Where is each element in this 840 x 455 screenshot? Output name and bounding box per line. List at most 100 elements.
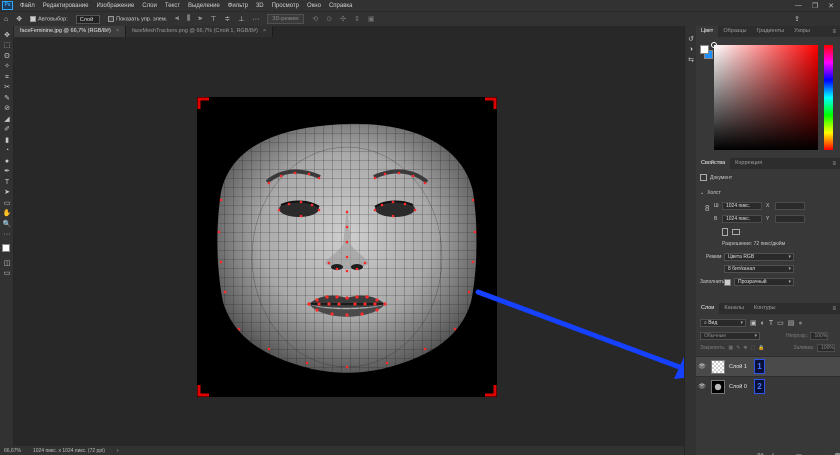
tab-properties[interactable]: Свойства <box>696 158 731 169</box>
healing-brush-icon[interactable]: ⊘ <box>0 104 14 115</box>
eraser-tool-icon[interactable]: ▮ <box>0 135 14 146</box>
blur-tool-icon[interactable]: ● <box>0 156 14 167</box>
tab-face-feminine[interactable]: faceFeminine.jpg @ 66,7% (RGB/8#) × <box>14 26 127 37</box>
layer-row-1[interactable]: 👁 Слой 1 <box>696 356 840 376</box>
layer-row-0[interactable]: 👁 Слой 0 <box>696 376 840 396</box>
align-left-icon[interactable]: ⫷ <box>175 15 179 23</box>
menu-type[interactable]: Текст <box>161 3 184 9</box>
lock-position-icon[interactable]: ✥ <box>743 345 747 351</box>
menu-layers[interactable]: Слои <box>138 3 161 9</box>
zoom-tool-icon[interactable]: 🔍 <box>0 219 14 230</box>
fill-opacity-field[interactable]: 100% <box>817 344 836 352</box>
filter-toggle-icon[interactable]: ● <box>798 320 802 327</box>
menu-3d[interactable]: 3D <box>252 3 268 9</box>
autoselect-checkbox[interactable]: Автовыбор: <box>30 15 68 22</box>
edit-toolbar-icon[interactable]: ··· <box>0 230 14 241</box>
minimize-button[interactable]: — <box>795 2 802 10</box>
align-middle-icon[interactable]: ≑ <box>224 15 230 23</box>
align-center-icon[interactable]: ⫼ <box>187 15 190 23</box>
menu-image[interactable]: Изображение <box>92 3 138 9</box>
show-transform-checkbox[interactable]: Показать упр. элем. <box>108 15 167 22</box>
rectangle-tool-icon[interactable]: ▭ <box>0 198 14 209</box>
lock-pixels-icon[interactable]: ✎ <box>736 345 740 351</box>
tab-channels[interactable]: Каналы <box>719 303 749 314</box>
hand-tool-icon[interactable]: ✋ <box>0 209 14 220</box>
share-icon[interactable]: ⇪ <box>794 15 800 23</box>
document-canvas[interactable] <box>197 97 497 397</box>
lock-all-icon[interactable]: 🔒 <box>758 345 764 351</box>
home-icon[interactable]: ⌂ <box>4 16 8 23</box>
move-tool-icon[interactable]: ✥ <box>0 30 14 41</box>
tab-paths[interactable]: Контуры <box>749 303 781 314</box>
menu-select[interactable]: Выделение <box>184 3 224 9</box>
pan-3d-icon[interactable]: ✣ <box>340 15 346 23</box>
slide-3d-icon[interactable]: ⇕ <box>354 15 360 23</box>
color-picker-field[interactable] <box>711 42 818 150</box>
align-top-icon[interactable]: ⊤ <box>210 15 216 23</box>
more-options-icon[interactable]: ··· <box>252 16 259 23</box>
filter-type-icon[interactable]: T <box>769 320 773 327</box>
menu-file[interactable]: Файл <box>16 3 39 9</box>
tab-swatches[interactable]: Образцы <box>718 26 751 37</box>
y-field[interactable] <box>775 215 805 223</box>
brush-tool-icon[interactable]: ◢ <box>0 114 14 125</box>
align-right-icon[interactable]: ⫸ <box>198 15 202 23</box>
link-icon[interactable]: 8 <box>705 204 709 213</box>
chevron-down-icon[interactable]: ⌄ <box>700 190 704 196</box>
clone-stamp-icon[interactable]: ✐ <box>0 125 14 136</box>
filter-adjustment-icon[interactable]: ◐ <box>761 320 765 327</box>
bit-depth-dropdown[interactable]: 8 бит/канал <box>724 265 794 273</box>
gradient-tool-icon[interactable]: ◔ <box>0 146 14 157</box>
height-field[interactable]: 1024 пикс. <box>722 215 762 223</box>
opacity-field[interactable]: 100% <box>810 332 829 340</box>
lasso-tool-icon[interactable]: ʘ <box>0 51 14 62</box>
hue-slider[interactable] <box>824 45 833 150</box>
landscape-orientation-icon[interactable] <box>732 229 740 235</box>
marquee-tool-icon[interactable]: ⬚ <box>0 41 14 52</box>
foreground-color-swatch[interactable] <box>700 45 709 54</box>
orbit-3d-icon[interactable]: ⟲ <box>312 15 318 23</box>
panel-menu-icon[interactable]: ≡ <box>832 161 840 167</box>
tab-patterns[interactable]: Узоры <box>789 26 815 37</box>
eyedropper-icon[interactable]: ✎ <box>0 93 14 104</box>
panel-menu-icon[interactable]: ≡ <box>832 29 840 35</box>
blend-mode-dropdown[interactable]: Обычные <box>700 332 760 340</box>
width-field[interactable]: 1024 пикс. <box>722 202 762 210</box>
roll-3d-icon[interactable]: ⊙ <box>326 15 332 23</box>
layer-name[interactable]: Слой 0 <box>729 384 747 390</box>
magic-wand-icon[interactable]: ✧ <box>0 62 14 73</box>
eye-icon[interactable]: 👁 <box>696 383 708 390</box>
lock-artboard-icon[interactable]: ⬚ <box>750 345 755 351</box>
color-mode-dropdown[interactable]: Цвета RGB <box>724 253 794 261</box>
tab-color[interactable]: Цвет <box>696 26 719 37</box>
move-tool-icon[interactable]: ✥ <box>16 15 22 23</box>
zoom-level[interactable]: 66,67% <box>4 448 21 454</box>
menu-view[interactable]: Просмотр <box>268 3 303 9</box>
layer-filter-dropdown[interactable]: ⌕ Вид <box>700 319 746 327</box>
panel-menu-icon[interactable]: ≡ <box>832 306 840 312</box>
crop-tool-icon[interactable]: ⌗ <box>0 72 14 83</box>
tab-face-mesh-trackers[interactable]: faceMeshTrackers.png @ 66,7% (Слой 1, RG… <box>126 26 274 37</box>
filter-pixel-icon[interactable]: ▣ <box>750 319 757 327</box>
menu-filter[interactable]: Фильтр <box>224 3 252 9</box>
align-bottom-icon[interactable]: ⊥ <box>238 15 244 23</box>
color-picker-cursor[interactable] <box>711 42 717 48</box>
tab-adjustments[interactable]: Коррекция <box>730 158 767 169</box>
quick-mask-icon[interactable]: ◫ <box>0 258 14 269</box>
tab-gradients[interactable]: Градиенты <box>751 26 789 37</box>
lock-transparency-icon[interactable]: ▦ <box>728 345 733 351</box>
fill-swatch[interactable] <box>724 278 731 286</box>
path-select-icon[interactable]: ➤ <box>0 188 14 199</box>
layer-name[interactable]: Слой 1 <box>729 364 747 370</box>
slice-tool-icon[interactable]: ✂ <box>0 83 14 94</box>
close-tab-icon[interactable]: × <box>116 28 119 34</box>
foreground-color-swatch[interactable] <box>2 244 10 252</box>
color-swatches[interactable] <box>0 242 14 258</box>
menu-window[interactable]: Окно <box>303 3 325 9</box>
eye-icon[interactable]: 👁 <box>696 363 708 370</box>
pen-tool-icon[interactable]: ✒ <box>0 167 14 178</box>
maximize-button[interactable]: ❐ <box>812 2 818 10</box>
filter-shape-icon[interactable]: ▭ <box>777 319 784 327</box>
scale-3d-icon[interactable]: ▣ <box>368 15 375 23</box>
close-window-button[interactable]: ✕ <box>828 2 834 10</box>
